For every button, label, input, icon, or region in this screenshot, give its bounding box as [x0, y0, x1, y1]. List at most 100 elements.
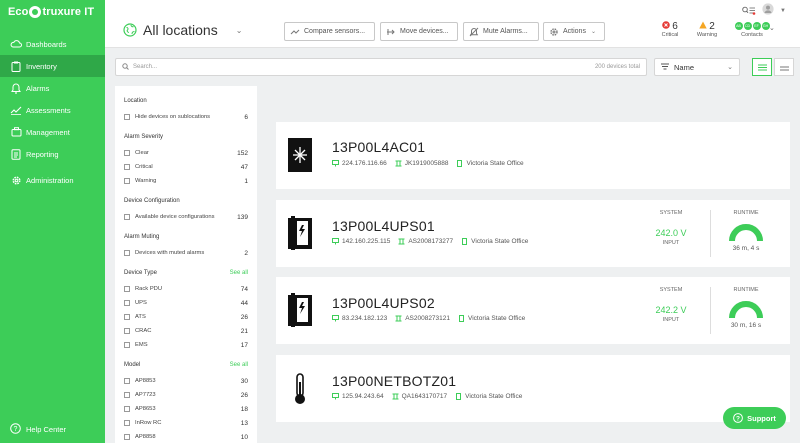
checkbox[interactable] — [124, 250, 130, 256]
location-selector[interactable]: All locations ⌄ — [123, 22, 242, 38]
device-name[interactable]: 13P00L4UPS02 — [332, 295, 435, 311]
filter-option[interactable]: CRAC 21 — [124, 324, 248, 338]
filter-option[interactable]: Hide devices on sublocations 6 — [124, 110, 248, 124]
filter-section-title: Device Configuration — [124, 198, 180, 204]
sidebar-item-label: Dashboards — [26, 39, 67, 49]
filter-option-count: 44 — [240, 299, 248, 307]
input-label: INPUT — [662, 240, 680, 246]
sidebar-item-reporting[interactable]: Reporting — [0, 143, 105, 165]
contacts-chevron-icon[interactable]: ⌄ — [769, 24, 775, 32]
device-name[interactable]: 13P00L4UPS01 — [332, 218, 435, 234]
thermometer-icon — [288, 372, 314, 406]
filter-option[interactable]: AP8653 18 — [124, 402, 248, 416]
checkbox[interactable] — [124, 434, 130, 440]
serial-icon — [395, 160, 402, 167]
app-logo[interactable]: Eco truxure IT — [0, 0, 105, 24]
filter-option[interactable]: AP7723 26 — [124, 388, 248, 402]
filter-option[interactable]: Critical 47 — [124, 160, 248, 174]
device-name[interactable]: 13P00L4AC01 — [332, 139, 425, 155]
chevron-down-icon[interactable]: ▼ — [780, 8, 786, 14]
compare-sensors-label: Compare sensors... — [304, 28, 366, 35]
sidebar-item-management[interactable]: Management — [0, 121, 105, 143]
warning-label: Warning — [696, 32, 718, 38]
contact-avatar[interactable]: EF — [752, 22, 761, 30]
help-center-link[interactable]: ? Help Center — [10, 423, 66, 435]
sidebar-item-assessments[interactable]: Assessments — [0, 99, 105, 121]
building-icon — [458, 315, 465, 322]
checkbox[interactable] — [124, 300, 130, 306]
mute-alarms-button[interactable]: Mute Alarms... — [463, 22, 539, 41]
warning-status[interactable]: 2 Warning — [693, 21, 721, 38]
checkbox[interactable] — [124, 392, 130, 398]
checkbox[interactable] — [124, 420, 130, 426]
sidebar-item-alarms[interactable]: Alarms — [0, 77, 105, 99]
globe-icon — [123, 23, 137, 37]
building-icon — [455, 393, 462, 400]
runtime-value: 36 m, 4 s — [732, 245, 760, 252]
help-icon: ? — [10, 423, 22, 435]
compare-sensors-button[interactable]: Compare sensors... — [284, 22, 375, 41]
checkbox[interactable] — [124, 214, 130, 220]
device-card[interactable]: 13P00L4AC01 224.176.116.66 JK1919005888 … — [276, 122, 790, 189]
device-name[interactable]: 13P00NETBOTZ01 — [332, 373, 456, 389]
filter-option[interactable]: Warning 1 — [124, 174, 248, 188]
contact-avatar[interactable]: CD — [743, 22, 752, 30]
filter-option[interactable]: EMS 17 — [124, 338, 248, 352]
sidebar-item-administration[interactable]: Administration — [0, 169, 105, 191]
contact-avatar[interactable]: AB — [734, 22, 743, 30]
checkbox[interactable] — [124, 164, 130, 170]
filter-option[interactable]: InRow RC 13 — [124, 416, 248, 430]
sidebar-item-dashboards[interactable]: Dashboards — [0, 33, 105, 55]
warning-count: 2 — [709, 21, 715, 32]
filter-option-label: EMS — [135, 342, 148, 348]
filter-option-label: Available device configurations — [135, 214, 215, 220]
see-all-link[interactable]: See all — [230, 362, 248, 368]
system-panel: SYSTEM 242.0 V INPUT — [640, 210, 702, 246]
checkbox[interactable] — [124, 314, 130, 320]
filter-option-label: AP8858 — [135, 434, 156, 440]
device-card[interactable]: 13P00NETBOTZ01 125.94.243.64 QA164317071… — [276, 355, 790, 422]
checkbox[interactable] — [124, 406, 130, 412]
critical-icon — [662, 21, 671, 32]
checkbox[interactable] — [124, 328, 130, 334]
checkbox[interactable] — [124, 342, 130, 348]
filter-option[interactable]: ATS 26 — [124, 310, 248, 324]
move-devices-button[interactable]: Move devices... — [380, 22, 458, 41]
checkbox[interactable] — [124, 178, 130, 184]
actions-label: Actions — [563, 28, 586, 35]
checkbox[interactable] — [124, 150, 130, 156]
checkbox[interactable] — [124, 114, 130, 120]
filter-option[interactable]: Rack PDU 74 — [124, 282, 248, 296]
critical-status[interactable]: 6 Critical — [657, 21, 683, 38]
filter-option[interactable]: Clear 152 — [124, 146, 248, 160]
filter-option[interactable]: Available device configurations 139 — [124, 210, 248, 224]
filter-section-title: Location — [124, 98, 147, 104]
see-all-link[interactable]: See all — [230, 270, 248, 276]
sort-select[interactable]: Name ⌄ — [654, 58, 740, 76]
list-view-button[interactable] — [752, 58, 772, 76]
filter-option[interactable]: AP8858 10 — [124, 430, 248, 443]
device-meta: 224.176.116.66 JK1919005888 Victoria Sta… — [332, 160, 524, 167]
filter-option-count: 139 — [237, 213, 248, 221]
sidebar-item-inventory[interactable]: Inventory — [0, 55, 105, 77]
checkbox[interactable] — [124, 286, 130, 292]
filter-option[interactable]: Devices with muted alarms 2 — [124, 246, 248, 260]
device-card[interactable]: 13P00L4UPS01 142.160.225.115 AS200817327… — [276, 200, 790, 267]
filter-option-count: 17 — [240, 341, 248, 349]
chevron-down-icon: ⌄ — [727, 64, 733, 71]
device-card[interactable]: 13P00L4UPS02 83.234.182.123 AS2008273121… — [276, 277, 790, 344]
filter-option[interactable]: UPS 44 — [124, 296, 248, 310]
filter-option-count: 74 — [240, 285, 248, 293]
filter-option[interactable]: AP8853 30 — [124, 374, 248, 388]
svg-text:?: ? — [14, 426, 18, 433]
svg-text:?: ? — [736, 415, 740, 422]
compact-view-button[interactable] — [774, 58, 794, 76]
actions-button[interactable]: Actions ⌄ — [543, 22, 605, 41]
support-button[interactable]: ? Support — [723, 407, 786, 429]
device-location: Victoria State Office — [468, 315, 526, 322]
filter-section-title: Device Type — [124, 270, 157, 276]
briefcase-icon — [10, 126, 22, 138]
device-meta: 125.94.243.64 QA1643170717 Victoria Stat… — [332, 393, 522, 400]
search-input[interactable]: Search... 200 devices total — [115, 58, 647, 76]
checkbox[interactable] — [124, 378, 130, 384]
